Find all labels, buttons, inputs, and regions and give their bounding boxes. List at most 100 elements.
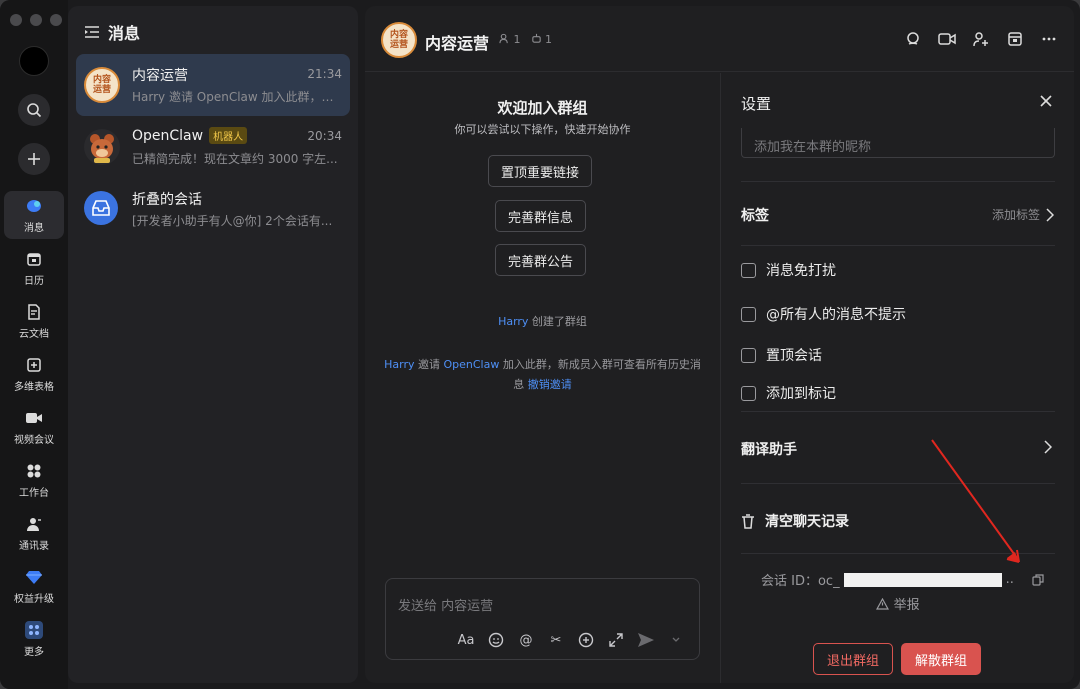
chevron-right-icon[interactable]	[1044, 440, 1052, 454]
message-composer[interactable]: 发送给 内容运营 Aa @ ✂	[385, 578, 700, 660]
mention-icon[interactable]: @	[517, 631, 535, 649]
folded-chats-avatar	[84, 191, 118, 225]
list-header: 消息	[84, 20, 140, 44]
exit-group-button[interactable]: 退出群组	[813, 643, 893, 675]
divider	[741, 553, 1055, 554]
add-tag-button[interactable]: 添加标签	[992, 206, 1054, 223]
conversation-item[interactable]: 折叠的会话 [开发者小助手有人@你] 2个会话有...	[76, 178, 350, 240]
clear-history-button[interactable]: 清空聊天记录	[741, 511, 849, 531]
checkbox-box[interactable]	[741, 347, 756, 363]
composer-toolbar: Aa @ ✂	[457, 631, 685, 649]
translate-assistant-label[interactable]: 翻译助手	[741, 439, 797, 459]
pin-links-button[interactable]: 置顶重要链接	[488, 155, 593, 187]
divider	[741, 181, 1055, 182]
user-link[interactable]: Harry	[384, 358, 414, 371]
search-chat-button[interactable]	[904, 30, 922, 48]
group-meta: 1 1	[499, 33, 552, 46]
conversation-preview: 已精简完成！现在文章约 3000 字左...	[132, 152, 338, 166]
chat-search-icon	[907, 32, 919, 45]
rail-item-calendar[interactable]: 日历	[4, 244, 64, 292]
members-icon	[499, 33, 508, 44]
checkbox-box[interactable]	[741, 306, 756, 322]
message-icon	[24, 196, 44, 216]
apps-icon	[24, 461, 44, 481]
format-text-icon[interactable]: Aa	[457, 631, 475, 649]
edit-group-info-button[interactable]: 完善群信息	[495, 200, 587, 232]
revoke-invite-link[interactable]: 撤销邀请	[528, 378, 572, 391]
bot-link[interactable]: OpenClaw	[444, 358, 500, 371]
group-avatar[interactable]: 内容 运营	[381, 22, 417, 58]
composer-placeholder: 发送给 内容运营	[398, 599, 494, 614]
rail-item-contacts[interactable]: 通讯录	[4, 509, 64, 557]
nav-rail: 消息 日历 云文档 多维表格 视频会议 工作台 通讯录 权益升级 更多	[0, 0, 68, 689]
video-icon	[938, 33, 956, 45]
minimize-window-button[interactable]	[30, 14, 42, 26]
nickname-input[interactable]: 添加我在本群的昵称	[741, 128, 1055, 158]
user-avatar[interactable]	[19, 46, 49, 76]
add-flag-checkbox[interactable]: 添加到标记	[741, 383, 836, 403]
close-icon[interactable]	[1038, 93, 1054, 109]
group-avatar: 内容 运营	[84, 67, 120, 103]
rail-item-docs[interactable]: 云文档	[4, 297, 64, 345]
rail-item-upgrade[interactable]: 权益升级	[4, 562, 64, 610]
conversation-item[interactable]: OpenClaw 机器人 20:34 已精简完成！现在文章约 3000 字左..…	[76, 116, 350, 178]
send-icon[interactable]	[637, 631, 655, 649]
checkbox-box[interactable]	[741, 262, 756, 278]
dissolve-group-button[interactable]: 解散群组	[901, 643, 981, 675]
add-circle-icon[interactable]	[577, 631, 595, 649]
conversation-time: 21:34	[307, 67, 342, 81]
more-button[interactable]	[1040, 30, 1058, 48]
search-icon	[27, 103, 42, 118]
rail-item-more[interactable]: 更多	[4, 615, 64, 663]
mute-checkbox[interactable]: 消息免打扰	[741, 260, 836, 280]
rail-item-messages[interactable]: 消息	[4, 191, 64, 239]
emoji-icon[interactable]	[487, 631, 505, 649]
chat-main: 内容 运营 内容运营 1 1 欢迎加入群组 你可以尝试以下操作，快速开始协作 置…	[365, 6, 1074, 683]
create-button[interactable]	[18, 143, 50, 175]
rail-item-video[interactable]: 视频会议	[4, 403, 64, 451]
scissors-icon[interactable]: ✂	[547, 631, 565, 649]
conversation-time: 20:34	[307, 129, 342, 143]
header-actions	[904, 30, 1058, 48]
system-message-invite: Harry 邀请 OpenClaw 加入此群，新成员入群可查看所有历史消息 撤销…	[384, 358, 701, 391]
expand-icon[interactable]	[607, 631, 625, 649]
ellipsis-icon	[1042, 37, 1056, 41]
add-member-button[interactable]	[972, 30, 990, 48]
welcome-subtitle: 你可以尝试以下操作，快速开始协作	[454, 123, 631, 136]
chevron-down-icon[interactable]	[667, 631, 685, 649]
bot-avatar	[84, 129, 120, 165]
more-icon	[24, 620, 44, 640]
report-button[interactable]: 举报	[721, 594, 1074, 613]
rail-item-workplace[interactable]: 工作台	[4, 456, 64, 504]
conversation-name: 内容运营	[132, 68, 188, 84]
window-controls	[10, 14, 62, 26]
checkbox-box[interactable]	[741, 385, 756, 401]
group-calendar-button[interactable]	[1006, 30, 1024, 48]
conversation-item[interactable]: 内容 运营 内容运营 21:34 Harry 邀请 OpenClaw 加入此群，…	[76, 54, 350, 116]
welcome-title: 欢迎加入群组	[497, 99, 588, 117]
close-window-button[interactable]	[10, 14, 22, 26]
calendar-icon	[1008, 32, 1022, 46]
zoom-window-button[interactable]	[50, 14, 62, 26]
copy-icon[interactable]	[1032, 573, 1044, 586]
conversation-name: 折叠的会话	[132, 192, 202, 208]
bot-badge: 机器人	[209, 127, 248, 144]
member-count[interactable]: 1	[499, 33, 521, 46]
group-name[interactable]: 内容运营	[425, 30, 489, 54]
user-link[interactable]: Harry	[498, 315, 528, 328]
video-call-button[interactable]	[938, 30, 956, 48]
mute-at-all-checkbox[interactable]: @所有人的消息不提示	[741, 304, 906, 324]
conversation-name: OpenClaw 机器人	[132, 127, 248, 144]
divider	[741, 411, 1055, 412]
rail-item-bitable[interactable]: 多维表格	[4, 350, 64, 398]
divider	[741, 245, 1055, 246]
search-button[interactable]	[18, 94, 50, 126]
chevron-right-icon	[1046, 207, 1054, 222]
edit-group-notice-button[interactable]: 完善群公告	[495, 244, 587, 276]
app-window: 消息 日历 云文档 多维表格 视频会议 工作台 通讯录 权益升级 更多 消息 内…	[0, 0, 1080, 689]
pin-chat-checkbox[interactable]: 置顶会话	[741, 345, 822, 365]
collapse-sidebar-icon[interactable]	[84, 25, 100, 39]
bot-count[interactable]: 1	[531, 33, 552, 46]
conversation-preview: Harry 邀请 OpenClaw 加入此群，新...	[132, 90, 342, 104]
warning-icon	[876, 597, 890, 610]
